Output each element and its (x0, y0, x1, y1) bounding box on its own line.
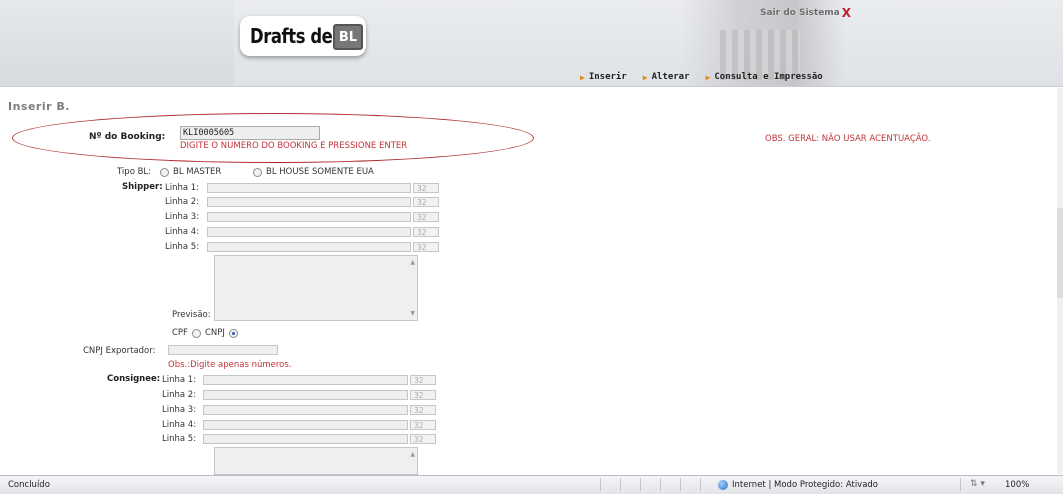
booking-label: Nº do Booking: (89, 132, 166, 142)
zoom-level[interactable]: 100% (1005, 480, 1029, 490)
general-note: OBS. GERAL: NÃO USAR ACENTUAÇÃO. (765, 134, 931, 144)
status-divider (600, 478, 601, 491)
radio-button[interactable] (160, 167, 169, 177)
scroll-down-icon[interactable]: ▼ (410, 310, 415, 317)
logo-text: Drafts de (250, 24, 333, 48)
document-type-selector: CPF CNPJ (172, 328, 238, 338)
option-label: BL HOUSE SOMENTE EUA (266, 167, 374, 177)
consignee-line-label: Linha 1: (162, 375, 197, 385)
shipper-line-1-input[interactable] (207, 183, 411, 193)
exit-label[interactable]: Sair do Sistema (760, 8, 840, 18)
status-divider (640, 478, 641, 491)
status-divider (960, 478, 961, 491)
logo-badge: BL (333, 24, 363, 50)
scroll-up-icon[interactable]: ▲ (410, 259, 415, 266)
status-divider (700, 478, 701, 491)
consignee-line-label: Linha 4: (162, 420, 197, 430)
page-title: Inserir B. (8, 100, 70, 113)
shipper-line-3-input[interactable] (207, 212, 411, 222)
shipper-line-label: Linha 4: (165, 227, 200, 237)
char-counter: 32 (410, 405, 436, 415)
radio-button[interactable] (253, 167, 262, 177)
shipper-line-2-input[interactable] (207, 197, 411, 207)
status-divider (660, 478, 661, 491)
consignee-line-2-input[interactable] (203, 390, 408, 400)
nav-item-label[interactable]: Alterar (652, 72, 690, 82)
arrow-right-icon: ▶ (705, 72, 711, 82)
consignee-line-5-input[interactable] (203, 434, 408, 444)
consignee-line-4-input[interactable] (203, 420, 408, 430)
arrow-right-icon: ▶ (580, 72, 585, 82)
tipo-bl-label: Tipo BL: (117, 167, 152, 177)
globe-icon (718, 480, 728, 490)
shipper-line-label: Linha 1: (165, 183, 200, 193)
status-text: Concluído (8, 480, 50, 490)
status-divider (620, 478, 621, 491)
protected-mode-icon[interactable]: ⇅ ▾ (970, 479, 985, 489)
close-icon[interactable]: X (842, 6, 851, 20)
logo: Drafts de BL (240, 16, 366, 56)
zone-label: Internet | Modo Protegido: Ativado (732, 480, 879, 490)
char-counter: 32 (413, 183, 439, 193)
nav-item-label[interactable]: Inserir (589, 72, 627, 82)
shipper-line-5-input[interactable] (207, 242, 411, 252)
nav-item-consulta[interactable]: ▶ Consulta e Impressão (706, 72, 823, 82)
scroll-up-icon[interactable]: ▲ (410, 451, 415, 458)
cnpj-label: CNPJ (204, 328, 225, 338)
arrow-right-icon: ▶ (642, 72, 648, 82)
char-counter: 32 (413, 242, 439, 252)
consignee-label: Consignee: (107, 374, 161, 384)
nav-item-alterar[interactable]: ▶ Alterar (643, 72, 690, 82)
char-counter: 32 (410, 420, 436, 430)
cnpj-exportador-label: CNPJ Exportador: (83, 346, 156, 356)
page-scrollbar[interactable] (1057, 88, 1063, 474)
char-counter: 32 (410, 390, 436, 400)
nav-item-inserir[interactable]: ▶ Inserir (580, 72, 627, 82)
shipper-label: Shipper: (122, 182, 163, 192)
tipo-bl-option-master[interactable]: BL MASTER (160, 167, 221, 177)
previsao-label: Previsão: (172, 310, 211, 320)
booking-hint: DIGITE O NUMERO DO BOOKING E PRESSIONE E… (180, 141, 408, 151)
shipper-line-label: Linha 3: (165, 212, 200, 222)
radio-cnpj[interactable] (228, 328, 238, 338)
security-zone[interactable]: Internet | Modo Protegido: Ativado (718, 480, 878, 490)
shipper-line-label: Linha 2: (165, 197, 200, 207)
shipper-line-4-input[interactable] (207, 227, 411, 237)
nav-item-label[interactable]: Consulta e Impressão (714, 72, 822, 82)
status-divider (680, 478, 681, 491)
main-nav: ▶ Inserir ▶ Alterar ▶ Consulta e Impress… (580, 72, 823, 82)
char-counter: 32 (413, 197, 439, 207)
tipo-bl-option-house[interactable]: BL HOUSE SOMENTE EUA (253, 167, 374, 177)
consignee-line-1-input[interactable] (203, 375, 408, 385)
header-left-panel (0, 0, 234, 86)
radio-cpf[interactable] (191, 328, 201, 338)
char-counter: 32 (413, 212, 439, 222)
exit-link[interactable]: Sair do Sistema X (760, 6, 851, 20)
consignee-line-label: Linha 2: (162, 390, 197, 400)
char-counter: 32 (410, 375, 436, 385)
consignee-line-label: Linha 3: (162, 405, 197, 415)
cnpj-note: Obs.:Digite apenas números. (168, 360, 292, 370)
scrollbar-thumb[interactable] (1057, 208, 1063, 298)
cnpj-exportador-input[interactable] (168, 345, 278, 355)
booking-input[interactable]: KLI0005605 (180, 126, 320, 140)
option-label: BL MASTER (173, 167, 222, 177)
consignee-line-3-input[interactable] (203, 405, 408, 415)
cpf-label: CPF (172, 328, 188, 338)
char-counter: 32 (410, 434, 436, 444)
consignee-textarea[interactable]: ▲ (214, 447, 418, 475)
consignee-line-label: Linha 5: (162, 434, 197, 444)
shipper-line-label: Linha 5: (165, 242, 200, 252)
browser-status-bar: Concluído Internet | Modo Protegido: Ati… (0, 475, 1063, 494)
char-counter: 32 (413, 227, 439, 237)
app-header: Drafts de BL Sair do Sistema X ▶ Inserir… (0, 0, 1063, 87)
previsao-textarea[interactable]: ▲ ▼ (214, 255, 418, 321)
